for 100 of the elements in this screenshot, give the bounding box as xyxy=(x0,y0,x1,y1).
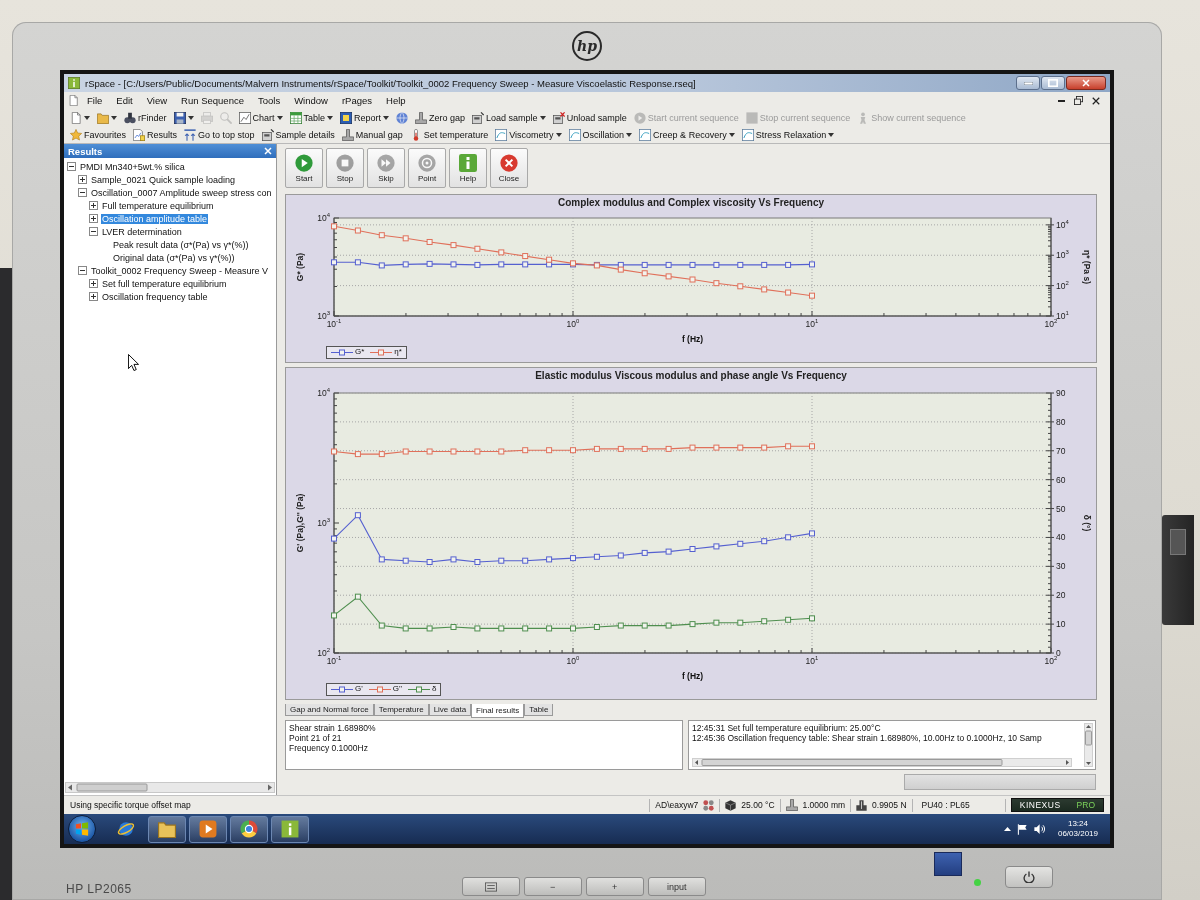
toolbar-button[interactable]: Set temperature xyxy=(406,127,492,142)
chevron-up-icon[interactable] xyxy=(1003,827,1011,831)
command-button[interactable]: Help xyxy=(449,148,487,188)
scrollbar[interactable] xyxy=(65,782,275,793)
tree-item[interactable]: Original data (σ*(Pa) vs γ*(%)) xyxy=(112,252,236,263)
toolbar-button[interactable]: Zero gap xyxy=(412,110,469,125)
color-wheel-icon xyxy=(240,820,258,838)
target-icon xyxy=(418,153,436,172)
data-point xyxy=(378,232,385,239)
collapse-icon[interactable] xyxy=(78,188,87,197)
tick-label: 20 xyxy=(1056,590,1066,601)
toolbar-dropdown[interactable]: Chart xyxy=(235,110,286,125)
toolbar-dropdown[interactable]: Table xyxy=(286,110,337,125)
toolbar-button[interactable]: Results xyxy=(130,127,181,142)
tree-item[interactable]: Oscillation_0007 Amplitude sweep stress con xyxy=(90,187,273,198)
menu-item[interactable]: Edit xyxy=(110,94,139,107)
tick-label: 10$^{1}$ xyxy=(805,319,819,329)
tree-item[interactable]: Oscillation frequency table xyxy=(101,291,209,302)
toolbar-button[interactable]: rFinder xyxy=(121,110,170,125)
maximize-button[interactable] xyxy=(1041,76,1065,90)
start-button[interactable] xyxy=(68,815,96,843)
menu-item[interactable]: Help xyxy=(380,94,412,107)
expand-icon[interactable] xyxy=(89,292,98,301)
tab[interactable]: Table xyxy=(524,704,554,716)
menu-item[interactable]: Run Sequence xyxy=(175,94,250,107)
collapse-icon[interactable] xyxy=(78,266,87,275)
tick-label: 40 xyxy=(1056,532,1066,543)
power-button[interactable] xyxy=(1004,866,1053,888)
minimize-button[interactable] xyxy=(1016,76,1040,90)
taskbar-button[interactable] xyxy=(189,815,227,843)
caret-icon xyxy=(327,115,334,120)
scrollbar[interactable] xyxy=(692,758,1072,767)
axis-title: f (Hz) xyxy=(681,334,704,345)
tree-item[interactable]: Full temperature equilibrium xyxy=(101,200,215,211)
toolbar-dropdown[interactable]: Stress Relaxation xyxy=(738,127,838,142)
tab[interactable]: Final results xyxy=(471,704,525,718)
toolbar-button[interactable]: Favourites xyxy=(67,127,130,142)
tree-item[interactable]: Set full temperature equilibrium xyxy=(101,278,228,289)
scrollbar[interactable] xyxy=(1084,723,1093,767)
collapse-icon[interactable] xyxy=(89,227,98,236)
toolbar-dropdown[interactable]: Report xyxy=(337,110,393,125)
toolbar-button[interactable]: Sample details xyxy=(258,127,338,142)
menu-item[interactable]: rPages xyxy=(335,94,379,107)
tree-item[interactable]: Oscillation amplitude table xyxy=(101,213,209,224)
taskbar-button[interactable] xyxy=(148,815,186,843)
tree-item[interactable]: PMDI Mn340+5wt.% silica xyxy=(79,161,186,172)
menu-item[interactable]: View xyxy=(140,94,174,107)
legend-label: G'' xyxy=(392,684,403,694)
log-line: 12:45:31 Set full temperature equilibrium: 25.00°C xyxy=(692,723,882,733)
menu-icon xyxy=(484,880,497,893)
toolbar-dropdown[interactable]: Creep & Recovery xyxy=(636,127,738,142)
data-point xyxy=(641,270,648,277)
arrows-up-icon xyxy=(184,128,197,141)
tree-item[interactable]: LVER determination xyxy=(101,226,183,237)
taskbar-button[interactable] xyxy=(230,815,268,843)
expand-icon[interactable] xyxy=(89,279,98,288)
data-point xyxy=(761,286,768,293)
command-button[interactable]: Start xyxy=(285,148,323,188)
toolbar-button[interactable]: Go to top stop xyxy=(181,127,258,142)
tick-label: 50 xyxy=(1056,503,1066,514)
tab[interactable]: Live data xyxy=(428,704,472,716)
menu-item[interactable]: File xyxy=(81,94,109,107)
monitor-button[interactable] xyxy=(461,877,520,896)
monitor-button[interactable]: + xyxy=(585,877,644,896)
minimize-icon[interactable] xyxy=(1058,99,1065,102)
tab[interactable]: Gap and Normal force xyxy=(285,704,374,716)
toolbar-button[interactable]: Manual gap xyxy=(338,127,406,142)
tree-item[interactable]: Sample_0021 Quick sample loading xyxy=(90,174,237,185)
flag-icon[interactable] xyxy=(1016,823,1028,835)
collapse-icon[interactable] xyxy=(67,162,76,171)
menu-item[interactable]: Tools xyxy=(251,94,287,107)
data-point xyxy=(378,262,385,269)
close-button[interactable] xyxy=(1066,76,1106,90)
toolbar-dropdown[interactable]: Load sample xyxy=(469,110,549,125)
axis-title: η* (Pa s) xyxy=(1082,250,1092,284)
tree-item[interactable]: Peak result data (σ*(Pa) vs γ*(%)) xyxy=(112,239,250,250)
chart-window-icon xyxy=(568,128,581,141)
close-icon[interactable] xyxy=(1092,96,1100,105)
monitor-button[interactable]: input xyxy=(647,877,706,896)
legend-label: G* xyxy=(355,347,365,357)
toolbar-dropdown[interactable]: Oscillation xyxy=(565,127,636,142)
command-button[interactable]: Close xyxy=(490,148,528,188)
tree-item[interactable]: Toolkit_0002 Frequency Sweep - Measure V xyxy=(90,265,270,276)
expand-icon[interactable] xyxy=(78,175,87,184)
taskbar-button[interactable] xyxy=(271,815,309,843)
toolbar-dropdown[interactable] xyxy=(94,110,120,125)
monitor-button[interactable]: − xyxy=(523,877,582,896)
expand-icon[interactable] xyxy=(89,214,98,223)
skip-icon xyxy=(377,153,395,172)
menu-item[interactable]: Window xyxy=(288,94,334,107)
data-point xyxy=(593,261,600,269)
tab[interactable]: Temperature xyxy=(373,704,429,716)
data-point xyxy=(331,259,337,266)
chart-window-icon xyxy=(495,128,508,141)
restore-icon[interactable] xyxy=(1074,96,1083,105)
speaker-icon[interactable] xyxy=(1033,823,1046,835)
toolbar-button[interactable]: Unload sample xyxy=(549,110,630,125)
data-point xyxy=(450,261,457,268)
expand-icon[interactable] xyxy=(89,201,98,210)
toolbar-dropdown[interactable]: Viscometry xyxy=(492,127,565,142)
